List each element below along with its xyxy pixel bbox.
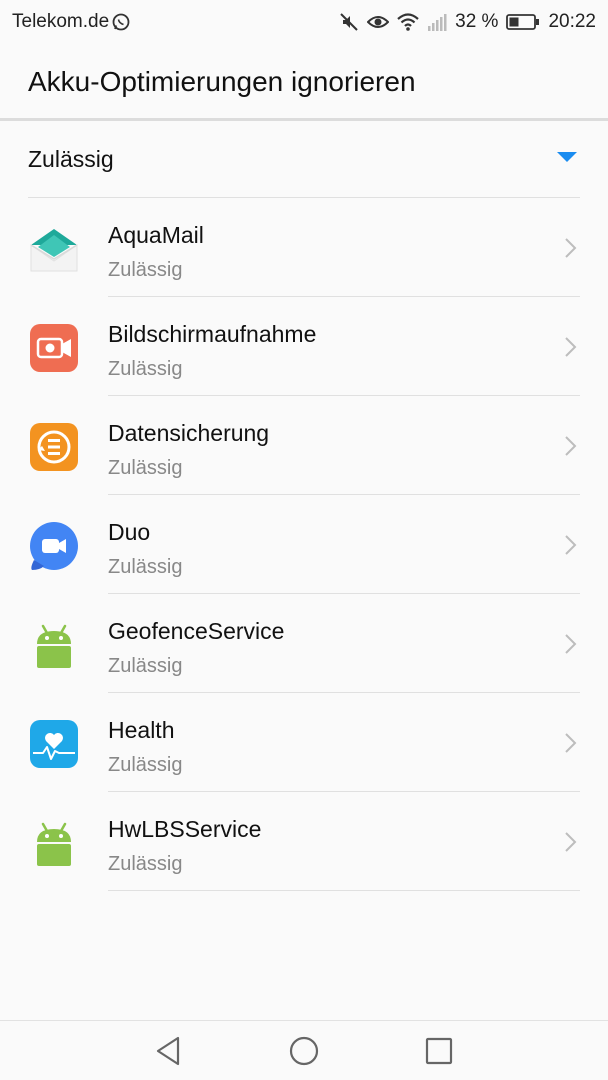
backup-icon: [28, 421, 80, 473]
battery-icon: [506, 13, 540, 31]
recents-square-icon: [425, 1037, 453, 1065]
app-name: HwLBSService: [108, 816, 262, 842]
carrier-label: Telekom.de: [12, 11, 110, 32]
list-item-text: Datensicherung Zulässig: [108, 418, 269, 482]
list-item-text: Bildschirmaufnahme Zulässig: [108, 319, 316, 383]
dropdown-triangle-icon: [556, 150, 578, 168]
app-name: Health: [108, 717, 175, 743]
app-name: Duo: [108, 519, 151, 545]
app-status: Zulässig: [108, 457, 183, 479]
app-status: Zulässig: [108, 853, 183, 875]
list-item-datensicherung[interactable]: Datensicherung Zulässig: [0, 396, 608, 495]
list-divider: [108, 890, 580, 891]
app-status: Zulässig: [108, 358, 183, 380]
app-status: Zulässig: [108, 655, 183, 677]
mute-icon: [339, 12, 359, 32]
list-item-duo[interactable]: Duo Zulässig: [0, 495, 608, 594]
app-name: AquaMail: [108, 222, 204, 248]
clock: 20:22: [548, 11, 596, 32]
home-circle-icon: [289, 1036, 319, 1066]
chevron-right-icon: [565, 535, 577, 555]
nav-home-button[interactable]: [288, 1035, 320, 1067]
filter-dropdown[interactable]: Zulässig: [0, 121, 608, 197]
screen-recorder-icon: [28, 322, 80, 374]
page-title: Akku-Optimierungen ignorieren: [28, 66, 416, 97]
nav-recents-button[interactable]: [423, 1035, 455, 1067]
list-item-bildschirmaufnahme[interactable]: Bildschirmaufnahme Zulässig: [0, 297, 608, 396]
list-item-text: AquaMail Zulässig: [108, 220, 204, 284]
status-bar-left: Telekom.de: [12, 11, 131, 33]
chevron-right-icon: [565, 337, 577, 357]
duo-icon: [28, 520, 80, 572]
nav-back-button[interactable]: [152, 1035, 184, 1067]
eye-icon: [367, 12, 390, 32]
back-triangle-icon: [156, 1036, 180, 1066]
battery-percent: 32 %: [455, 11, 499, 32]
list-item-hwlbsservice[interactable]: HwLBSService Zulässig: [0, 792, 608, 891]
list-item-text: Duo Zulässig: [108, 517, 182, 581]
app-status: Zulässig: [108, 754, 183, 776]
app-status: Zulässig: [108, 259, 183, 281]
signal-icon: [427, 12, 447, 32]
status-bar-right: 32 % 20:22: [339, 11, 596, 33]
list-item-health[interactable]: Health Zulässig: [0, 693, 608, 792]
app-name: GeofenceService: [108, 618, 285, 644]
android-icon: [28, 817, 80, 869]
aquamail-icon: [28, 223, 80, 275]
status-bar: Telekom.de 32 % 20:22: [0, 0, 608, 44]
app-list: AquaMail Zulässig Bildschirmaufnahme Zul…: [0, 198, 608, 891]
navigation-bar: [0, 1020, 608, 1080]
app-name: Datensicherung: [108, 420, 270, 446]
app-name: Bildschirmaufnahme: [108, 321, 317, 347]
list-item-text: GeofenceService Zulässig: [108, 616, 284, 680]
wifi-icon: [397, 12, 419, 32]
chevron-right-icon: [565, 436, 577, 456]
chevron-right-icon: [565, 634, 577, 654]
android-icon: [28, 619, 80, 671]
app-status: Zulässig: [108, 556, 183, 578]
chevron-right-icon: [565, 733, 577, 753]
list-item-text: Health Zulässig: [108, 715, 182, 779]
header: Akku-Optimierungen ignorieren: [0, 44, 608, 120]
list-item-text: HwLBSService Zulässig: [108, 814, 261, 878]
chevron-right-icon: [565, 238, 577, 258]
list-item-geofenceservice[interactable]: GeofenceService Zulässig: [0, 594, 608, 693]
whatsapp-icon: [111, 12, 131, 32]
filter-selected-label: Zulässig: [28, 145, 114, 172]
list-item-aquamail[interactable]: AquaMail Zulässig: [0, 198, 608, 297]
chevron-right-icon: [565, 832, 577, 852]
health-icon: [28, 718, 80, 770]
